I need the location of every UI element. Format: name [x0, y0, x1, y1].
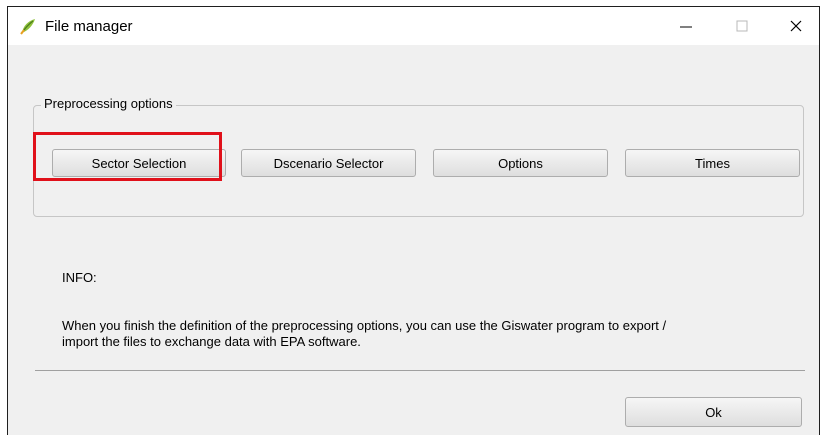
info-line-1: When you finish the definition of the pr… [62, 318, 667, 333]
file-manager-window: File manager Preprocessing options Secto… [7, 6, 820, 435]
sector-selection-button[interactable]: Sector Selection [52, 149, 226, 177]
close-button[interactable] [774, 7, 818, 45]
minimize-icon [680, 26, 692, 28]
info-label: INFO: [62, 270, 97, 285]
info-line-2: import the files to exchange data with E… [62, 334, 361, 349]
title-bar[interactable]: File manager [8, 7, 819, 45]
dscenario-selector-button[interactable]: Dscenario Selector [241, 149, 416, 177]
ok-button[interactable]: Ok [625, 397, 802, 427]
times-button[interactable]: Times [625, 149, 800, 177]
info-text: When you finish the definition of the pr… [62, 318, 802, 350]
qgis-leaf-icon [19, 17, 37, 35]
minimize-button[interactable] [664, 7, 708, 45]
preprocessing-options-group: Preprocessing options Sector Selection D… [33, 96, 804, 217]
maximize-icon [736, 20, 748, 32]
options-button[interactable]: Options [433, 149, 608, 177]
close-icon [790, 20, 802, 32]
maximize-button[interactable] [720, 7, 764, 45]
divider [35, 370, 805, 371]
group-legend: Preprocessing options [41, 96, 176, 111]
window-title: File manager [45, 18, 133, 35]
